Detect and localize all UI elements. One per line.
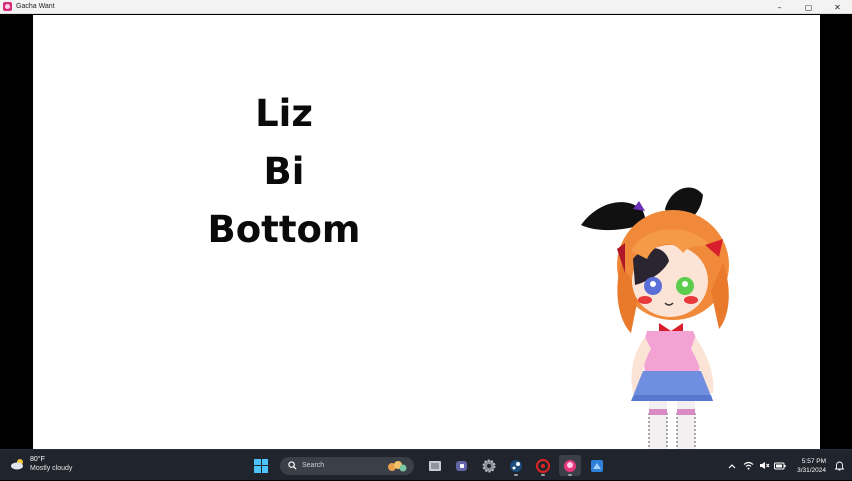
file-manager-button[interactable]	[424, 455, 446, 476]
clock-date: 3/31/2024	[797, 466, 826, 474]
gacha-character	[581, 187, 729, 449]
search-placeholder: Search	[302, 462, 325, 469]
gacha-app-icon	[3, 2, 12, 11]
weather-temperature: 80°F	[30, 456, 45, 463]
red-app-button[interactable]	[532, 455, 554, 476]
gacha-taskbar-button[interactable]	[559, 455, 581, 476]
caption-line-orientation: Bi	[263, 150, 305, 193]
caption-line-name: Liz	[255, 92, 313, 135]
app-red-icon	[536, 458, 550, 473]
window-titlebar[interactable]: Gacha Want – ▢ ✕	[0, 0, 852, 14]
window-controls: – ▢ ✕	[765, 0, 852, 14]
file-manager-icon	[429, 460, 441, 471]
clock-time: 5:57 PM	[801, 457, 826, 465]
search-icon	[288, 461, 297, 470]
start-button[interactable]	[250, 455, 272, 476]
game-viewport: Liz Bi Bottom	[0, 15, 852, 449]
window-title: Gacha Want	[16, 3, 55, 10]
start-icon	[254, 458, 268, 473]
taskbar-search[interactable]: Search	[280, 456, 414, 475]
game-stage[interactable]: Liz Bi Bottom	[33, 15, 820, 449]
settings-icon	[482, 459, 496, 472]
store-icon	[591, 459, 603, 472]
caption-line-role: Bottom	[207, 208, 361, 251]
taskbar-apps: Search	[250, 455, 613, 476]
close-button[interactable]: ✕	[823, 0, 852, 14]
minimize-button[interactable]: –	[765, 0, 794, 14]
battery-icon[interactable]	[773, 459, 787, 473]
restore-button[interactable]: ▢	[794, 0, 823, 14]
taskbar-clock[interactable]: 5:57 PM 3/31/2024	[797, 457, 826, 475]
search-highlight-icon	[388, 460, 407, 471]
teams-button[interactable]	[451, 455, 473, 476]
wifi-icon[interactable]	[741, 459, 755, 473]
steam-button[interactable]	[505, 455, 527, 476]
steam-icon	[510, 459, 522, 472]
weather-widget[interactable]: 80°F Mostly cloudy	[10, 455, 72, 473]
teams-icon	[456, 460, 467, 471]
scene-caption: Liz Bi Bottom	[193, 85, 375, 259]
gacha-app-icon	[564, 459, 576, 472]
volume-muted-icon[interactable]	[757, 459, 771, 473]
weather-description: Mostly cloudy	[30, 465, 73, 472]
taskbar: 80°F Mostly cloudy Search 5:57 PM 3/31/2…	[0, 449, 852, 480]
system-tray: 5:57 PM 3/31/2024	[725, 450, 852, 481]
chevron-up-icon[interactable]	[725, 459, 739, 473]
cloud-icon	[11, 459, 23, 470]
notification-bell-icon[interactable]	[832, 459, 846, 473]
store-button[interactable]	[586, 455, 608, 476]
settings-button[interactable]	[478, 455, 500, 476]
